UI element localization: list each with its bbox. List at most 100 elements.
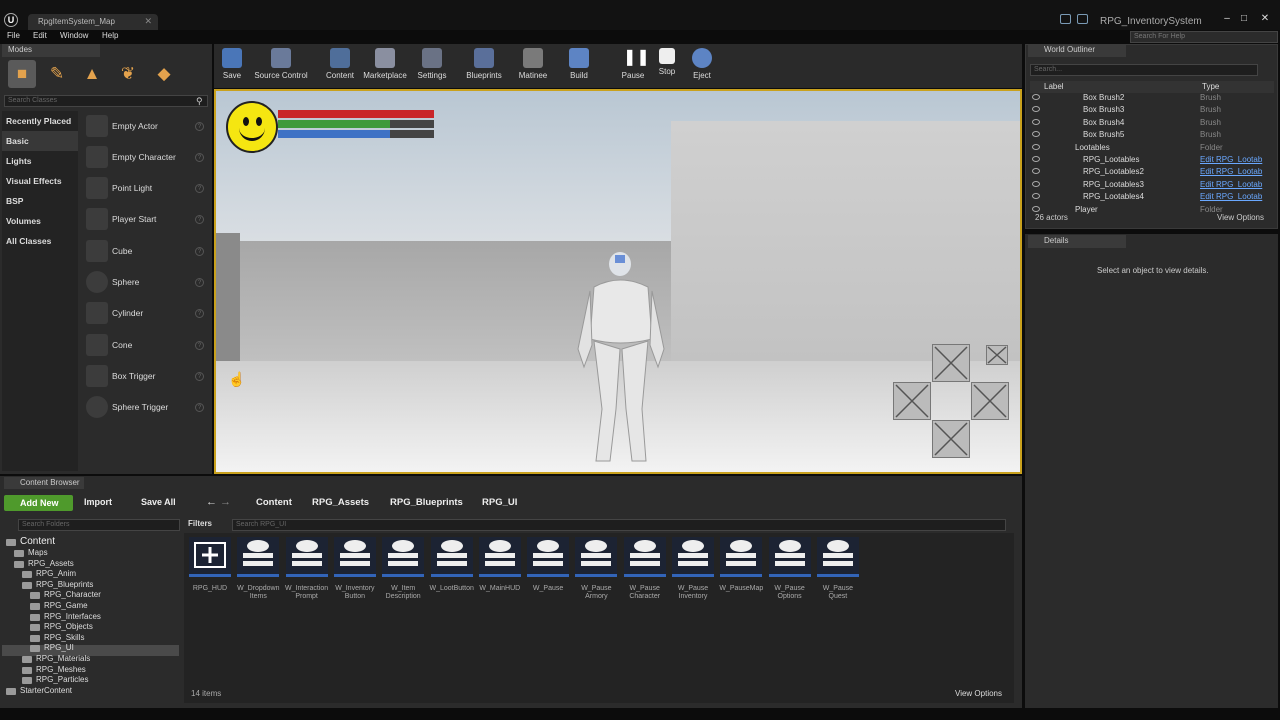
touch-dpad-up[interactable] bbox=[932, 344, 970, 382]
asset-tile[interactable]: W_Inventory Button bbox=[333, 537, 377, 601]
folder-tree-item[interactable]: RPG_Anim bbox=[0, 569, 180, 580]
folder-tree-item[interactable]: RPG_UI bbox=[0, 643, 180, 654]
help-icon[interactable]: ? bbox=[195, 403, 204, 412]
help-icon[interactable]: ? bbox=[195, 278, 204, 287]
breadcrumb-rpg-assets[interactable]: RPG_Assets bbox=[312, 497, 369, 508]
folder-tree-item[interactable]: RPG_Interfaces bbox=[0, 612, 180, 623]
outliner-row[interactable]: Lootables Folder bbox=[1030, 142, 1264, 154]
help-icon[interactable]: ? bbox=[195, 122, 204, 131]
help-icon[interactable]: ? bbox=[195, 247, 204, 256]
help-icon[interactable]: ? bbox=[195, 184, 204, 193]
menu-file[interactable]: File bbox=[7, 31, 20, 40]
folder-tree-item[interactable]: RPG_Particles bbox=[0, 675, 180, 686]
visibility-eye-icon[interactable] bbox=[1032, 118, 1040, 125]
asset-tile[interactable]: W_Dropdown Items bbox=[236, 537, 280, 601]
place-item-sphere-trigger[interactable]: Sphere Trigger? bbox=[82, 392, 208, 423]
outliner-row[interactable]: RPG_Lootables4 Edit RPG_Lootab bbox=[1030, 191, 1264, 203]
notification-icon[interactable] bbox=[1077, 14, 1088, 24]
outliner-row[interactable]: Box Brush3 Brush bbox=[1030, 104, 1264, 116]
visibility-eye-icon[interactable] bbox=[1032, 156, 1040, 162]
settings-button[interactable]: Settings bbox=[415, 46, 449, 86]
stop-button[interactable]: Stop bbox=[654, 46, 680, 86]
marketplace-button[interactable]: Marketplace bbox=[361, 46, 409, 86]
folder-tree-item[interactable]: RPG_Character bbox=[0, 590, 180, 601]
help-icon[interactable]: ? bbox=[195, 309, 204, 318]
pause-button[interactable]: ❚❚ Pause bbox=[618, 46, 650, 86]
category-recently-placed[interactable]: Recently Placed bbox=[6, 116, 71, 126]
folder-tree-item[interactable]: RPG_Game bbox=[0, 601, 180, 612]
folder-tree-item[interactable]: RPG_Objects bbox=[0, 622, 180, 633]
outliner-row-type[interactable]: Edit RPG_Lootab bbox=[1200, 155, 1262, 164]
asset-tile[interactable]: W_Pause Options bbox=[768, 537, 812, 601]
blueprints-button[interactable]: Blueprints bbox=[463, 46, 505, 86]
close-icon[interactable]: ✕ bbox=[144, 16, 152, 27]
folder-tree-item[interactable]: StarterContent bbox=[0, 686, 180, 697]
place-item-cube[interactable]: Cube? bbox=[82, 236, 208, 267]
outliner-view-options[interactable]: View Options bbox=[1217, 213, 1264, 222]
touch-dpad-right[interactable] bbox=[971, 382, 1009, 420]
asset-tile[interactable]: W_Pause Inventory bbox=[671, 537, 715, 601]
outliner-row[interactable]: Box Brush5 Brush bbox=[1030, 129, 1264, 141]
breadcrumb-rpg-blueprints[interactable]: RPG_Blueprints bbox=[390, 497, 463, 508]
menu-window[interactable]: Window bbox=[60, 31, 88, 40]
visibility-eye-icon[interactable] bbox=[1032, 106, 1040, 113]
folder-tree-item[interactable]: RPG_Materials bbox=[0, 654, 180, 665]
outliner-search-input[interactable]: Search... bbox=[1030, 64, 1258, 76]
place-item-sphere[interactable]: Sphere? bbox=[82, 267, 208, 298]
asset-search-input[interactable]: Search RPG_UI bbox=[232, 519, 1006, 531]
maximize-icon[interactable]: □ bbox=[1237, 13, 1251, 25]
asset-tile[interactable]: W_Interaction Prompt bbox=[285, 537, 329, 601]
folder-tree-item[interactable]: RPG_Blueprints bbox=[0, 580, 180, 591]
forward-arrow-icon[interactable]: → bbox=[220, 496, 231, 508]
outliner-row-type[interactable]: Edit RPG_Lootab bbox=[1200, 192, 1262, 201]
menu-edit[interactable]: Edit bbox=[33, 31, 47, 40]
landscape-mode-icon[interactable]: ▲ bbox=[78, 60, 106, 88]
help-icon[interactable]: ? bbox=[195, 153, 204, 162]
outliner-row[interactable]: RPG_Lootables2 Edit RPG_Lootab bbox=[1030, 166, 1264, 178]
asset-tile[interactable]: W_LootButton bbox=[430, 537, 474, 593]
breadcrumb-content[interactable]: Content bbox=[256, 497, 292, 508]
visibility-eye-icon[interactable] bbox=[1032, 131, 1040, 138]
category-visual-effects[interactable]: Visual Effects bbox=[6, 176, 62, 186]
help-icon[interactable]: ? bbox=[195, 215, 204, 224]
category-bsp[interactable]: BSP bbox=[6, 196, 23, 206]
world-outliner-tab[interactable]: World Outliner bbox=[1028, 44, 1126, 57]
add-new-button[interactable]: Add New bbox=[4, 495, 73, 511]
import-button[interactable]: Import bbox=[84, 497, 112, 507]
modes-tab[interactable]: Modes bbox=[2, 44, 100, 57]
source-control-button[interactable]: Source Control bbox=[252, 46, 310, 86]
asset-tile[interactable]: RPG_HUD bbox=[188, 537, 232, 593]
touch-dpad-left[interactable] bbox=[893, 382, 931, 420]
visibility-eye-icon[interactable] bbox=[1032, 205, 1040, 212]
folder-tree-item[interactable]: RPG_Assets bbox=[0, 559, 180, 570]
folder-tree-item[interactable]: Maps bbox=[0, 548, 180, 559]
help-icon[interactable]: ? bbox=[195, 341, 204, 350]
label-column-header[interactable]: Label bbox=[1044, 82, 1064, 91]
asset-tile[interactable]: W_PauseMap bbox=[719, 537, 763, 593]
asset-tile[interactable]: W_Pause Armory bbox=[574, 537, 618, 601]
folder-tree-item[interactable]: Content bbox=[0, 536, 180, 548]
category-basic[interactable]: Basic bbox=[6, 136, 29, 146]
level-viewport[interactable]: ☝ bbox=[214, 89, 1022, 474]
foliage-mode-icon[interactable]: ❦ bbox=[114, 60, 142, 88]
outliner-row-type[interactable]: Edit RPG_Lootab bbox=[1200, 180, 1262, 189]
minimize-icon[interactable]: – bbox=[1220, 13, 1234, 25]
content-view-options[interactable]: View Options bbox=[955, 689, 1002, 698]
visibility-eye-icon[interactable] bbox=[1032, 143, 1040, 150]
eject-button[interactable]: Eject bbox=[689, 46, 715, 86]
filters-dropdown[interactable]: Filters bbox=[188, 519, 230, 531]
chat-icon[interactable] bbox=[1060, 14, 1071, 24]
content-browser-tab[interactable]: Content Browser bbox=[4, 477, 84, 489]
content-button[interactable]: Content bbox=[322, 46, 358, 86]
asset-tile[interactable]: W_Pause bbox=[526, 537, 570, 593]
save-button[interactable]: Save bbox=[218, 46, 246, 86]
matinee-button[interactable]: Matinee bbox=[515, 46, 551, 86]
help-icon[interactable]: ? bbox=[195, 372, 204, 381]
help-search-input[interactable]: Search For Help bbox=[1130, 31, 1278, 43]
class-search-input[interactable]: Search Classes bbox=[4, 95, 208, 107]
type-column-header[interactable]: Type bbox=[1202, 82, 1219, 91]
touch-dpad-down[interactable] bbox=[932, 420, 970, 458]
folder-search-input[interactable]: Search Folders bbox=[18, 519, 180, 531]
menu-help[interactable]: Help bbox=[102, 31, 118, 40]
outliner-row[interactable]: RPG_Lootables Edit RPG_Lootab bbox=[1030, 154, 1264, 166]
